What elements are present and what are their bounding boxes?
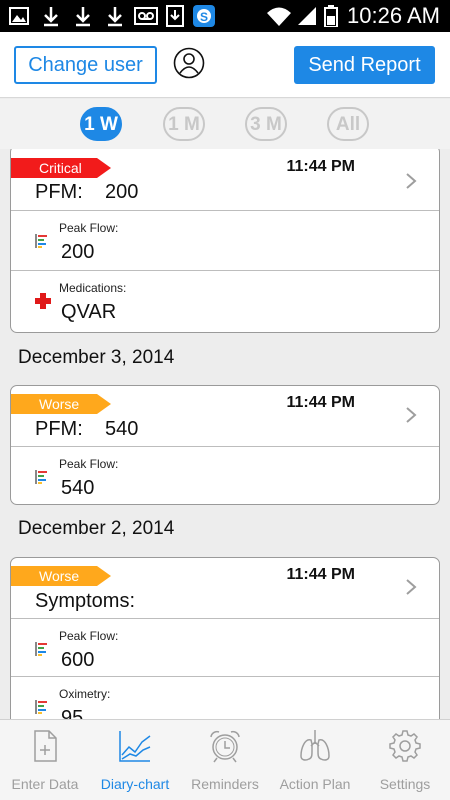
status-flag: Worse <box>11 394 111 414</box>
detail-row: Oximetry: 95 <box>11 676 439 719</box>
nav-action-plan[interactable]: Action Plan <box>270 720 360 800</box>
nav-label: Enter Data <box>11 776 79 792</box>
range-tab-1m[interactable]: 1 M <box>163 107 205 141</box>
entry-summary-row[interactable]: Worse 11:44 PM PFM: 540 <box>11 386 439 446</box>
peak-flow-icon <box>35 470 47 484</box>
battery-icon <box>324 5 338 27</box>
entry-time: 11:44 PM <box>286 158 355 175</box>
app-header: Change user Send Report <box>0 32 450 98</box>
entry-main-label: Symptoms: <box>35 590 136 612</box>
lungs-icon <box>300 730 330 761</box>
chevron-right-icon[interactable] <box>405 406 417 424</box>
entry-main-label: PFM: <box>35 181 83 203</box>
nav-label: Reminders <box>191 776 259 792</box>
nav-enter-data[interactable]: Enter Data <box>0 720 90 800</box>
signal-icon <box>298 7 316 25</box>
user-profile-icon[interactable] <box>173 47 205 79</box>
chevron-right-icon[interactable] <box>405 578 417 596</box>
entry-summary-row[interactable]: Worse 11:44 PM Symptoms: <box>11 558 439 618</box>
status-flag: Worse <box>11 566 111 586</box>
status-bar: S 10:26 AM <box>0 0 450 32</box>
entry-main-label: PFM: <box>35 418 83 440</box>
nav-label: Diary-chart <box>100 776 170 792</box>
range-tab-all[interactable]: All <box>327 107 369 141</box>
svg-text:S: S <box>200 10 208 24</box>
medication-cross-icon <box>35 293 51 309</box>
download-icon <box>76 7 90 27</box>
line-chart-icon <box>119 731 151 762</box>
nav-label: Settings <box>379 776 431 792</box>
diary-entry-card[interactable]: Worse 11:44 PM PFM: 540 Peak Flow: 540 <box>10 385 440 505</box>
detail-value: 600 <box>61 649 95 671</box>
oximetry-icon <box>35 700 47 714</box>
date-header: December 2, 2014 <box>18 518 175 539</box>
peak-flow-icon <box>35 642 47 656</box>
nav-settings[interactable]: Settings <box>360 720 450 800</box>
detail-label: Medications: <box>59 281 127 295</box>
range-tab-1w[interactable]: 1 W <box>80 107 122 141</box>
detail-label: Peak Flow: <box>59 221 119 235</box>
detail-value: QVAR <box>61 301 117 323</box>
diary-list[interactable]: Critical 11:44 PM PFM: 200 Peak Flow: 20… <box>0 149 450 719</box>
entry-time: 11:44 PM <box>286 566 355 583</box>
clock-time: 10:26 AM <box>347 3 440 28</box>
chevron-right-icon[interactable] <box>405 172 417 190</box>
range-tab-3m[interactable]: 3 M <box>245 107 287 141</box>
date-header: December 3, 2014 <box>18 347 175 368</box>
bottom-navigation: Enter Data Diary-chart Reminders Action … <box>0 719 450 800</box>
app-s-icon: S <box>193 5 215 27</box>
detail-value: 95 <box>61 707 84 719</box>
wifi-icon <box>267 7 291 26</box>
entry-main-value: 200 <box>105 181 139 203</box>
detail-label: Peak Flow: <box>59 457 119 471</box>
gallery-icon <box>9 7 29 25</box>
detail-row: Medications: QVAR <box>11 270 439 332</box>
change-user-button[interactable]: Change user <box>14 46 157 84</box>
download-icon <box>44 7 58 27</box>
nav-label: Action Plan <box>279 776 351 792</box>
detail-label: Peak Flow: <box>59 629 119 643</box>
detail-row: Peak Flow: 540 <box>11 446 439 504</box>
range-selector: 1 W 1 M 3 M All <box>0 99 450 149</box>
download-icon <box>108 7 122 27</box>
status-flag: Critical <box>11 158 111 178</box>
entry-summary-row[interactable]: Critical 11:44 PM PFM: 200 <box>11 149 439 210</box>
save-download-icon <box>166 5 184 27</box>
gear-icon <box>389 730 421 762</box>
nav-diary-chart[interactable]: Diary-chart <box>90 720 180 800</box>
diary-entry-card[interactable]: Critical 11:44 PM PFM: 200 Peak Flow: 20… <box>10 149 440 333</box>
detail-row: Peak Flow: 200 <box>11 210 439 270</box>
peak-flow-icon <box>35 234 47 248</box>
detail-row: Peak Flow: 600 <box>11 618 439 676</box>
voicemail-icon <box>134 7 158 25</box>
diary-entry-card[interactable]: Worse 11:44 PM Symptoms: Peak Flow: 600 … <box>10 557 440 719</box>
nav-reminders[interactable]: Reminders <box>180 720 270 800</box>
entry-main-value: 540 <box>105 418 139 440</box>
document-plus-icon <box>34 730 57 762</box>
entry-time: 11:44 PM <box>286 394 355 411</box>
alarm-clock-icon <box>210 730 240 763</box>
detail-label: Oximetry: <box>59 687 111 701</box>
detail-value: 540 <box>61 477 95 499</box>
send-report-button[interactable]: Send Report <box>294 46 435 84</box>
detail-value: 200 <box>61 241 95 263</box>
